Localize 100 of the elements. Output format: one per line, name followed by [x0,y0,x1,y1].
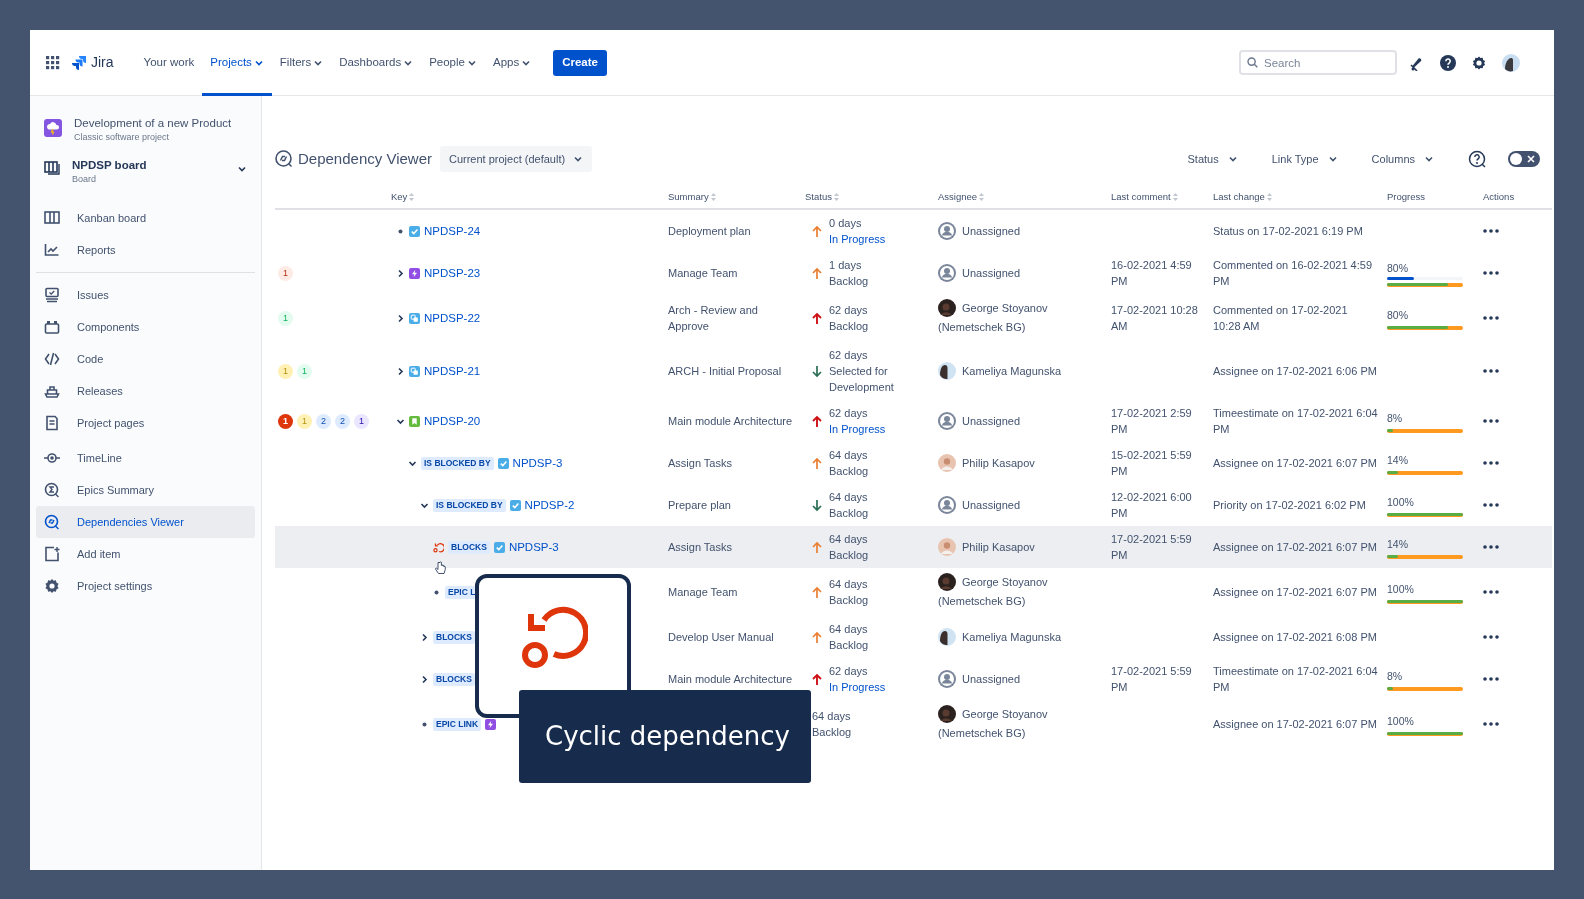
summary-text: Manage Team [668,267,738,279]
caret-icon [1327,154,1338,164]
issue-key-link[interactable]: NPDSP-22 [424,310,481,326]
nav-menu-item[interactable]: Dashboards [331,30,422,96]
more-icon[interactable] [1483,590,1499,594]
scope-dropdown[interactable]: Current project (default) [440,146,593,172]
issue-key-link[interactable]: NPDSP-2 [524,497,575,513]
cycle-icon[interactable] [432,541,444,553]
sidebar-item[interactable]: Issues [36,279,255,311]
caret-icon [573,154,584,164]
days-text: 64 days [829,532,869,547]
more-icon[interactable] [1483,316,1499,320]
progress-text: 14% [1387,536,1409,552]
chevron-right-icon[interactable] [396,313,405,323]
column-header[interactable]: Key [391,189,415,205]
settings-icon [44,578,60,594]
caret-icon [1227,154,1238,164]
column-header[interactable]: Summary [668,189,716,205]
board-name: NPDSP board [72,158,148,173]
nav-menu-item[interactable]: Filters [271,30,332,96]
issue-key-link[interactable]: NPDSP-21 [424,363,481,379]
nav-menu-item[interactable]: Your work [135,30,203,96]
issue-key-link[interactable]: NPDSP-3 [512,455,563,471]
progress-text: 100% [1387,581,1415,597]
sidebar-item[interactable]: TimeLine [36,442,255,474]
issue-key-link[interactable]: NPDSP-3 [508,539,559,555]
last-comment-text: 17-02-2021 10:28 AM [1111,304,1198,332]
create-button[interactable]: Create [553,49,607,76]
logo-icon[interactable] [71,54,87,71]
toggle-switch[interactable] [1508,151,1540,167]
sidebar-item[interactable]: Dependencies Viewer [36,506,255,538]
more-icon[interactable] [1483,503,1499,507]
sidebar-item[interactable]: Reports [36,234,255,266]
board-selector[interactable]: NPDSP board Board [36,158,255,190]
ship-icon [44,383,60,399]
column-header[interactable]: Status [805,189,839,205]
last-change-text: Assignee on 17-02-2021 6:08 PM [1213,631,1377,643]
nav-menu-item[interactable]: Apps [484,30,540,96]
sidebar-item[interactable]: Releases [36,375,255,407]
user-avatar[interactable] [1502,53,1520,72]
help-icon[interactable] [1468,150,1486,168]
project-name: Development of a new Product [74,116,232,131]
days-text: 64 days [812,709,852,724]
assignee-name: Unassigned [962,414,1021,427]
issue-key-link[interactable]: NPDSP-23 [424,265,481,281]
kanban-icon [44,210,60,226]
chevron-right-icon[interactable] [420,674,429,684]
column-header[interactable]: Assignee [938,189,985,205]
product-name[interactable]: Jira [91,52,114,73]
more-icon[interactable] [1483,545,1499,549]
more-icon[interactable] [1483,369,1499,373]
settings-icon[interactable] [1471,54,1487,71]
summary-text: Assign Tasks [668,541,732,553]
more-icon[interactable] [1483,229,1499,233]
sidebar-item[interactable]: Add item [36,538,255,570]
summary-text: Assign Tasks [668,457,732,469]
more-icon[interactable] [1483,461,1499,465]
summary-text: Develop User Manual [668,631,774,643]
add-page-icon [44,546,60,562]
project-avatar-icon [44,119,62,137]
chevron-right-icon[interactable] [396,268,405,278]
count-badge: 1 [278,363,293,379]
sidebar-item[interactable]: Project settings [36,570,255,602]
sort-icon [710,193,716,201]
chevron-right-icon[interactable] [396,366,405,376]
progress-text: 80% [1387,307,1409,323]
search-field[interactable]: Search [1239,50,1397,76]
filter-dropdown[interactable]: Link Type [1271,150,1338,168]
more-icon[interactable] [1483,271,1499,275]
sigma-icon [44,482,60,498]
help-icon[interactable] [1440,54,1456,71]
filter-dropdown[interactable]: Status [1187,150,1238,168]
sidebar-item[interactable]: Kanban board [36,202,255,234]
more-icon[interactable] [1483,635,1499,639]
last-comment-text: 17-02-2021 2:59 PM [1111,407,1192,435]
status-text: Backlog [829,638,869,653]
summary-text: Arch - Review and Approve [668,304,758,332]
column-header[interactable]: Last comment [1111,189,1178,205]
app-grid-icon[interactable] [46,55,60,70]
sidebar-item[interactable]: Components [36,311,255,343]
progress-text: 100% [1387,494,1415,510]
sidebar-item[interactable]: Project pages [36,407,255,439]
assignee-name: Kameliya Magunska [962,630,1062,643]
issue-key-link[interactable]: NPDSP-24 [424,223,481,239]
callout-label: Cyclic dependency [519,690,811,783]
sidebar-item[interactable]: Epics Summary [36,474,255,506]
count-badge: 2 [316,413,331,429]
more-icon[interactable] [1483,419,1499,423]
issue-key-link[interactable]: NPDSP-20 [424,413,481,429]
link-type-label: IS BLOCKED BY [421,456,494,470]
sidebar-item[interactable]: Code [36,343,255,375]
cross-icon [1526,154,1536,164]
assignee-name: Philip Kasapov [962,540,1035,553]
filter-dropdown[interactable]: Columns [1371,150,1434,168]
chevron-right-icon[interactable] [420,632,429,642]
status-text: In Progress [829,680,886,695]
more-icon[interactable] [1483,722,1499,726]
column-header[interactable]: Last change [1213,189,1272,205]
more-icon[interactable] [1483,677,1499,681]
nav-menu-item[interactable]: People [421,30,485,96]
